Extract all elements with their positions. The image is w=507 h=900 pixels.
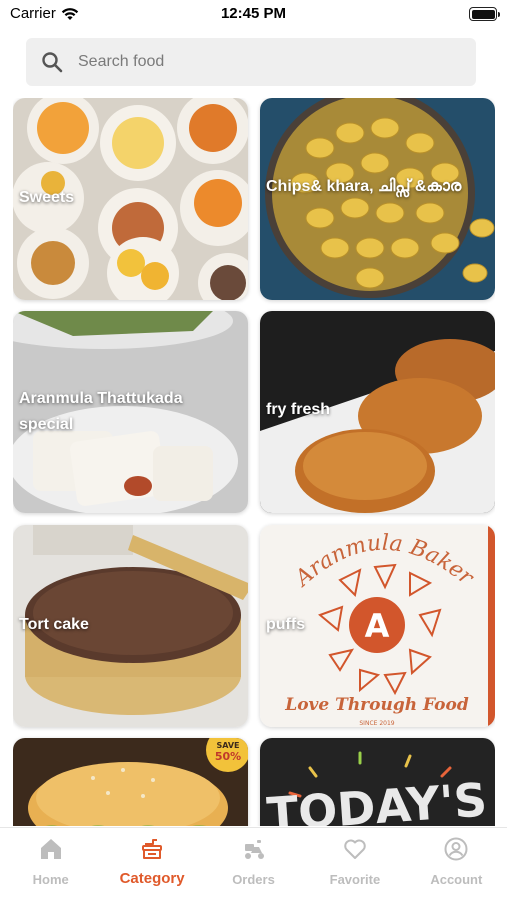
account-icon: [444, 837, 468, 861]
category-label: fry fresh: [266, 401, 331, 418]
badge-save-text: SAVE: [216, 741, 239, 750]
category-card-todays[interactable]: TODAY'S: [260, 738, 495, 826]
bottom-tab-bar: Home Category Orders Favorite Account: [0, 827, 507, 900]
category-label: Chips& khara, ചിപ്സ് &കാര: [266, 178, 462, 195]
category-card-chips[interactable]: Chips& khara, ചിപ്സ് &കാര: [260, 98, 495, 300]
badge-value-text: 50%: [215, 750, 241, 763]
tab-home[interactable]: Home: [0, 828, 101, 900]
category-card-puffs[interactable]: Aranmula Bakers A Love Through Food SINC…: [260, 525, 495, 727]
category-label: puffs: [266, 616, 306, 633]
svg-text:A: A: [365, 607, 390, 645]
tab-label: Favorite: [329, 872, 381, 887]
home-icon: [40, 839, 61, 859]
search-input[interactable]: [78, 53, 418, 71]
category-card-sweets[interactable]: Sweets: [13, 98, 248, 300]
tab-account[interactable]: Account: [406, 828, 507, 900]
burger-image: SAVE 50%: [13, 738, 248, 826]
battery-icon: [469, 7, 500, 21]
tab-favorite[interactable]: Favorite: [304, 828, 405, 900]
battery-level: [471, 9, 495, 19]
category-icon: [142, 839, 163, 859]
search-icon: [42, 52, 63, 73]
search-bar[interactable]: [26, 38, 476, 86]
category-label: Sweets: [19, 189, 75, 206]
category-card-tort-cake[interactable]: Tort cake: [13, 525, 248, 727]
logo-since-text: SINCE 2019: [359, 720, 394, 727]
orders-icon: [244, 840, 264, 859]
category-grid: Sweets Chips& khara, ചിപ്സ് &കാര Aranmul…: [13, 98, 495, 826]
status-bar: Carrier 12:45 PM: [0, 0, 507, 30]
tab-label: Orders: [232, 872, 275, 887]
category-card-fry-fresh[interactable]: fry fresh: [260, 311, 495, 513]
heart-icon: [344, 839, 366, 859]
category-label: Aranmula Thattukada special: [19, 390, 183, 433]
tab-category[interactable]: Category: [101, 828, 202, 900]
category-label: Tort cake: [19, 616, 89, 633]
todays-image: TODAY'S: [260, 738, 495, 826]
tab-orders[interactable]: Orders: [203, 828, 304, 900]
logo-tagline-text: Love Through Food: [284, 695, 469, 715]
tab-label: Account: [430, 872, 483, 887]
category-card-thattukada[interactable]: Aranmula Thattukada special: [13, 311, 248, 513]
status-time: 12:45 PM: [220, 5, 287, 22]
category-card-burger[interactable]: SAVE 50%: [13, 738, 248, 826]
tab-label: Category: [119, 870, 185, 887]
tab-label: Home: [32, 872, 69, 887]
